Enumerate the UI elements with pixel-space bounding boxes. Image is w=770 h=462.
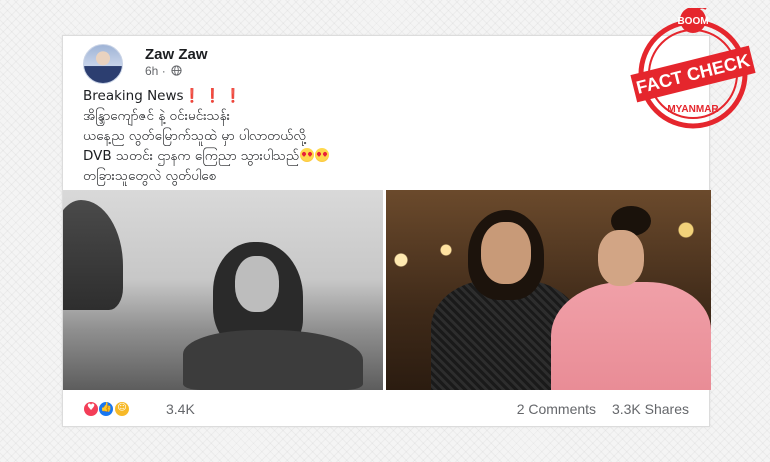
post-text-line-4-text: DVB သတင်း ဌာနက ကြေညာ သွားပါသည် [83, 148, 300, 164]
post-text-line-2: အိန္ဒြာကျော်ဇင် နဲ့ ဝင်းမင်းသန်း [83, 108, 231, 124]
globe-icon [171, 65, 182, 76]
post-text-line-3: ယနေ့ည လွတ်မြောက်သူထဲ မှာ ပါလာတယ်လို့ [83, 128, 307, 144]
comments-count[interactable]: 2 Comments [517, 401, 596, 417]
love-reaction-icon: ♥ [83, 400, 99, 417]
photo-person2-face [598, 230, 644, 286]
like-reaction-icon: 👍 [98, 400, 115, 417]
care-reaction-icon: ☺ [113, 400, 130, 417]
boom-fact-check-badge: BOOM FACT CHECK MYANMAR [630, 8, 756, 129]
post-meta: 6h · [145, 64, 182, 78]
facebook-post-card: Zaw Zaw 6h · Breaking News❗ ❗ ❗ အိန္ဒြာက… [62, 35, 711, 427]
exclamation-icons: ❗ ❗ ❗ [183, 88, 242, 103]
post-text-line-4: DVB သတင်း ဌာနက ကြေညာ သွားပါသည် [83, 146, 683, 166]
reaction-count[interactable]: 3.4K [166, 400, 195, 418]
photo-body-shape [183, 330, 363, 390]
photo-face-shape [235, 256, 279, 312]
post-photo-left[interactable] [63, 190, 383, 390]
post-text: Breaking News❗ ❗ ❗ အိန္ဒြာကျော်ဇင် နဲ့ ဝ… [83, 86, 683, 186]
post-text-line-1: Breaking News❗ ❗ ❗ [83, 86, 683, 106]
post-author-name[interactable]: Zaw Zaw [145, 46, 208, 63]
badge-brand: BOOM [677, 16, 708, 27]
reaction-icons[interactable]: ♥ 👍 ☺ [83, 400, 130, 418]
post-stats: 2 Comments 3.3K Shares [517, 400, 689, 418]
author-avatar[interactable] [83, 44, 123, 84]
photo-person1-face [481, 222, 531, 284]
heart-eyes-emoji-icon [315, 148, 330, 162]
breaking-news-label: Breaking News [83, 88, 184, 104]
photo-rock-shape [63, 200, 123, 310]
heart-eyes-emoji-icon [300, 148, 315, 162]
post-photo-right[interactable] [386, 190, 711, 390]
badge-subtitle: MYANMAR [667, 104, 719, 115]
post-timestamp[interactable]: 6h [145, 64, 158, 78]
shares-count[interactable]: 3.3K Shares [612, 401, 689, 417]
post-text-line-5: တခြားသူတွေလဲ လွတ်ပါစေ [83, 168, 217, 184]
photo-person2-dress [551, 282, 711, 390]
